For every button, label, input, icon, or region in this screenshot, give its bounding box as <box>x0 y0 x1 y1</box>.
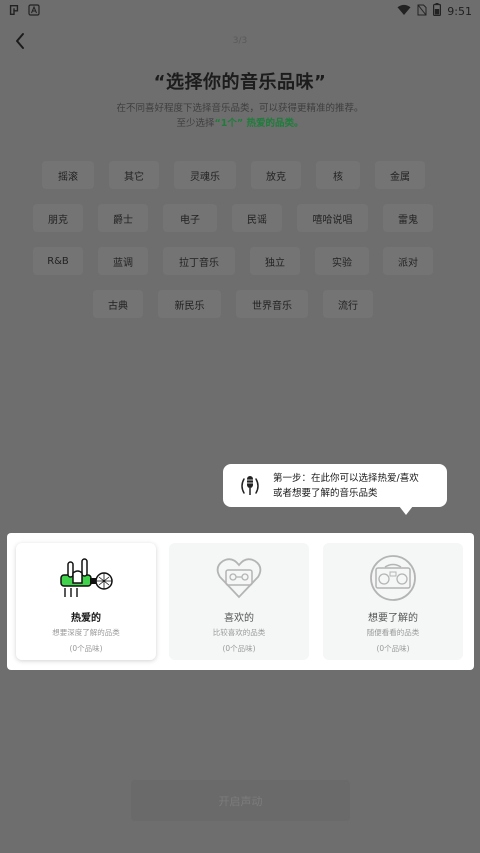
genre-chip-blues[interactable]: 蓝调 <box>98 247 148 275</box>
page-title: “选择你的音乐品味” <box>153 72 327 93</box>
genre-chip-funk[interactable]: 放克 <box>251 161 301 189</box>
category-panel: 热爱的 想要深度了解的品类 (0个品味) 喜欢的 比较喜欢的品类 (0个品味) … <box>7 533 474 670</box>
onboarding-tooltip: 第一步：在此你可以选择热爱/喜欢 或者想要了解的音乐品类 <box>223 464 447 515</box>
genre-chip-metal[interactable]: 金属 <box>375 161 425 189</box>
rock-hand-microphone-icon <box>60 558 113 597</box>
bug-app-icon <box>8 4 20 19</box>
category-count: (0个品味) <box>376 644 410 653</box>
category-desc: 随便看看的品类 <box>366 628 420 637</box>
category-title: 想要了解的 <box>368 613 418 624</box>
microphone-icon <box>241 475 259 495</box>
genre-chip-rnb[interactable]: R&B <box>33 247 83 275</box>
genre-chip-pop[interactable]: 流行 <box>323 290 373 318</box>
genre-chip-electronic[interactable]: 电子 <box>163 204 217 232</box>
status-bar: 9:51 <box>0 0 480 22</box>
genre-chip-world[interactable]: 世界音乐 <box>236 290 308 318</box>
app-a-icon <box>28 3 40 19</box>
category-title: 喜欢的 <box>224 613 254 624</box>
subtitle-prefix: 至少选择 <box>176 118 215 129</box>
category-card-like[interactable]: 喜欢的 比较喜欢的品类 (0个品味) <box>169 543 309 660</box>
subtitle-line1: 在不同喜好程度下选择音乐品类，可以获得更精准的推荐。 <box>116 103 364 114</box>
genre-chip-party[interactable]: 派对 <box>383 247 433 275</box>
no-sim-icon <box>417 4 427 19</box>
boombox-icon <box>370 555 416 601</box>
wifi-icon <box>397 4 411 19</box>
genre-chip-core[interactable]: 核 <box>316 161 360 189</box>
start-button[interactable]: 开启声动 <box>131 780 350 821</box>
heart-cassette-icon <box>216 558 262 599</box>
genre-chip-classical[interactable]: 古典 <box>93 290 143 318</box>
genre-chip-folk[interactable]: 民谣 <box>232 204 282 232</box>
category-title: 热爱的 <box>71 613 101 624</box>
genre-chip-experimental[interactable]: 实验 <box>315 247 369 275</box>
genre-chip-indie[interactable]: 独立 <box>250 247 300 275</box>
genre-chip-punk[interactable]: 朋克 <box>33 204 83 232</box>
category-desc: 比较喜欢的品类 <box>212 628 266 637</box>
category-count: (0个品味) <box>69 644 103 653</box>
genre-chip-soul[interactable]: 灵魂乐 <box>174 161 236 189</box>
genre-chip-reggae[interactable]: 雷鬼 <box>383 204 433 232</box>
genre-chip-new-folk[interactable]: 新民乐 <box>158 290 221 318</box>
tooltip-line2: 或者想要了解的音乐品类 <box>273 487 378 499</box>
battery-icon <box>433 3 442 19</box>
tooltip-line1: 第一步：在此你可以选择热爱/喜欢 <box>273 472 419 484</box>
category-card-explore[interactable]: 想要了解的 随便看看的品类 (0个品味) <box>323 543 463 660</box>
category-count: (0个品味) <box>222 644 256 653</box>
subtitle-highlight: “1个” 热爱的品类。 <box>214 118 304 129</box>
genre-chip-jazz[interactable]: 爵士 <box>98 204 148 232</box>
subtitle-line2: 至少选择“1个” 热爱的品类。 <box>0 115 480 129</box>
category-desc: 想要深度了解的品类 <box>52 628 120 637</box>
genre-chip-latin[interactable]: 拉丁音乐 <box>163 247 235 275</box>
category-card-love[interactable]: 热爱的 想要深度了解的品类 (0个品味) <box>16 543 156 660</box>
genre-chip-hiphop[interactable]: 嘻哈说唱 <box>297 204 368 232</box>
status-time: 9:51 <box>447 4 472 18</box>
genre-chip-rock[interactable]: 摇滚 <box>42 161 94 189</box>
step-progress: 3/3 <box>232 36 248 46</box>
genre-chip-other[interactable]: 其它 <box>109 161 159 189</box>
